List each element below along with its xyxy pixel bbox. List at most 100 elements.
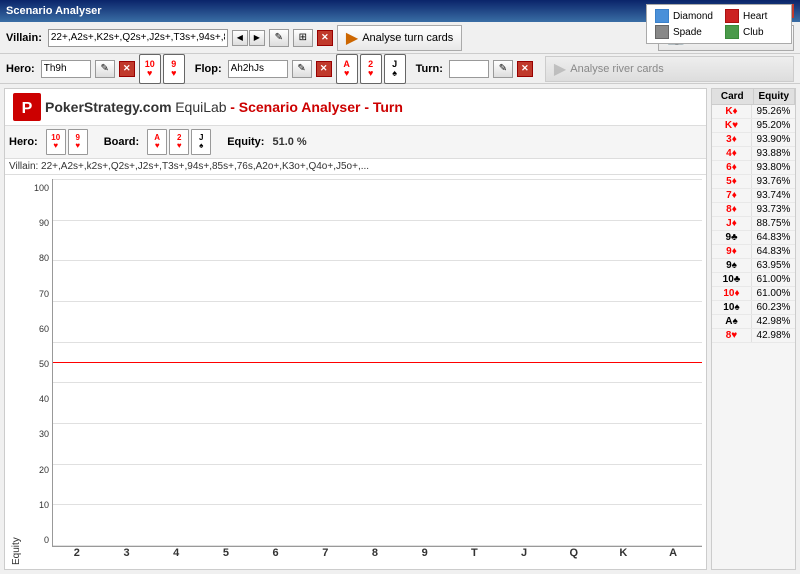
pokerstrategy-logo-icon: P [13, 93, 41, 121]
equity-card-1: K♥ [712, 119, 752, 132]
hero-clear-button[interactable]: ✕ [119, 61, 135, 77]
chart-hero-card-1: 10♥ [46, 129, 66, 155]
equity-row-4: 6♦93.80% [712, 161, 795, 175]
equity-row-15: A♠42.98% [712, 315, 795, 329]
hero-hand-input[interactable] [41, 60, 91, 78]
equity-card-10: 9♦ [712, 245, 752, 258]
grid-lines [53, 179, 702, 546]
chart-board-cards: A♥ 2♥ J♠ [147, 129, 211, 155]
equity-card-12: 10♣ [712, 273, 752, 286]
villain-edit-button[interactable]: ✎ [269, 29, 289, 47]
equity-card-0: K♦ [712, 105, 752, 118]
x-label-J: J [499, 547, 549, 565]
x-label-5: 5 [201, 547, 251, 565]
hero-cards: 10 ♥ 9 ♥ [139, 54, 185, 84]
equity-card-14: 10♠ [712, 301, 752, 314]
main-container: Villain: ◀ ▶ ✎ ⊞ ✕ ▶ Analyse turn cards … [0, 22, 800, 574]
flop-card-2: 2 ♥ [360, 54, 382, 84]
chart-area: P PokerStrategy.com EquiLab - Scenario A… [4, 88, 707, 570]
equity-card-6: 7♦ [712, 189, 752, 202]
flop-card-1: A ♥ [336, 54, 358, 84]
turn-label: Turn: [416, 63, 443, 75]
equity-row-16: 8♥42.98% [712, 329, 795, 343]
flop-input[interactable] [228, 60, 288, 78]
equity-row-8: J♦88.75% [712, 217, 795, 231]
analyse-river-container: ▶ Analyse river cards [545, 56, 794, 82]
villain-label: Villain: [6, 32, 42, 44]
villain-range-input[interactable] [48, 29, 228, 47]
x-label-9: 9 [400, 547, 450, 565]
equity-card-9: 9♣ [712, 231, 752, 244]
analyse-turn-label: Analyse turn cards [362, 32, 453, 44]
window-title: Scenario Analyser [6, 5, 102, 17]
chart-board-card-1: A♥ [147, 129, 167, 155]
x-label-6: 6 [251, 547, 301, 565]
hero-edit-button[interactable]: ✎ [95, 60, 115, 78]
chart-board-card-3: J♠ [191, 129, 211, 155]
equity-row-10: 9♦64.83% [712, 245, 795, 259]
chart-body: Equity 100 90 80 70 60 50 40 30 20 1 [5, 175, 706, 569]
turn-clear-button[interactable]: ✕ [517, 61, 533, 77]
equity-row-11: 9♠63.95% [712, 259, 795, 273]
equity-row-0: K♦95.26% [712, 105, 795, 119]
flop-clear-button[interactable]: ✕ [316, 61, 332, 77]
equity-row-5: 5♦93.76% [712, 175, 795, 189]
chart-info-row: Hero: 10♥ 9♥ Board: A♥ [5, 126, 706, 159]
x-label-7: 7 [300, 547, 350, 565]
analyse-river-button: ▶ Analyse river cards [545, 56, 794, 82]
x-label-A: A [648, 547, 698, 565]
equity-value-8: 88.75% [752, 217, 795, 230]
equity-card-5: 5♦ [712, 175, 752, 188]
logo-row: P PokerStrategy.com EquiLab - Scenario A… [13, 93, 698, 121]
chart-hero-cards: 10♥ 9♥ [46, 129, 88, 155]
equity-reference-line [53, 362, 702, 363]
y-axis-labels: 100 90 80 70 60 50 40 30 20 10 0 [24, 179, 52, 565]
equity-value-15: 42.98% [752, 315, 795, 328]
equity-value-10: 64.83% [752, 245, 795, 258]
equity-row-6: 7♦93.74% [712, 189, 795, 203]
flop-edit-button[interactable]: ✎ [292, 60, 312, 78]
svg-text:P: P [22, 100, 33, 117]
turn-input[interactable] [449, 60, 489, 78]
bars-container [52, 179, 702, 547]
equity-card-2: 3♦ [712, 133, 752, 146]
equity-value-2: 93.90% [752, 133, 795, 146]
equity-row-7: 8♦93.73% [712, 203, 795, 217]
equity-card-7: 8♦ [712, 203, 752, 216]
x-label-8: 8 [350, 547, 400, 565]
equity-card-8: J♦ [712, 217, 752, 230]
villain-scroll-buttons: ◀ ▶ [232, 30, 265, 46]
chart-with-yaxis: Equity 100 90 80 70 60 50 40 30 20 1 [9, 179, 702, 565]
x-label-3: 3 [102, 547, 152, 565]
equity-row-13: 10♦61.00% [712, 287, 795, 301]
villain-copy-button[interactable]: ⊞ [293, 29, 313, 47]
flop-label: Flop: [195, 63, 222, 75]
villain-scroll-right[interactable]: ▶ [249, 30, 265, 46]
equity-row-12: 10♣61.00% [712, 273, 795, 287]
hero-card-2: 9 ♥ [163, 54, 185, 84]
villain-range-row: Villain: 22+,A2s+,k2s+,Q2s+,J2s+,T3s+,94… [5, 159, 706, 175]
analyse-turn-button[interactable]: ▶ Analyse turn cards [337, 25, 462, 51]
turn-edit-button[interactable]: ✎ [493, 60, 513, 78]
equity-row-2: 3♦93.90% [712, 133, 795, 147]
villain-scroll-left[interactable]: ◀ [232, 30, 248, 46]
flop-cards: A ♥ 2 ♥ J ♠ [336, 54, 406, 84]
chart-outer: 23456789TJQKA [52, 179, 702, 565]
chart-hero-card-2: 9♥ [68, 129, 88, 155]
content-area: P PokerStrategy.com EquiLab - Scenario A… [0, 84, 800, 574]
chart-header: P PokerStrategy.com EquiLab - Scenario A… [5, 89, 706, 126]
equity-card-11: 9♠ [712, 259, 752, 272]
chart-board-label: Board: [104, 136, 139, 148]
flop-card-3: J ♠ [384, 54, 406, 84]
equity-column-header: Equity [754, 89, 796, 104]
equity-value-5: 93.76% [752, 175, 795, 188]
chart-hero-label: Hero: [9, 136, 38, 148]
x-axis-labels: 23456789TJQKA [52, 547, 702, 565]
x-label-2: 2 [52, 547, 102, 565]
villain-clear-button[interactable]: ✕ [317, 30, 333, 46]
x-label-4: 4 [151, 547, 201, 565]
equity-row-9: 9♣64.83% [712, 231, 795, 245]
chart-equity-label: Equity: [227, 136, 264, 148]
x-label-Q: Q [549, 547, 599, 565]
right-panel-scroll[interactable]: K♦95.26%K♥95.20%3♦93.90%4♦93.88%6♦93.80%… [712, 105, 795, 569]
